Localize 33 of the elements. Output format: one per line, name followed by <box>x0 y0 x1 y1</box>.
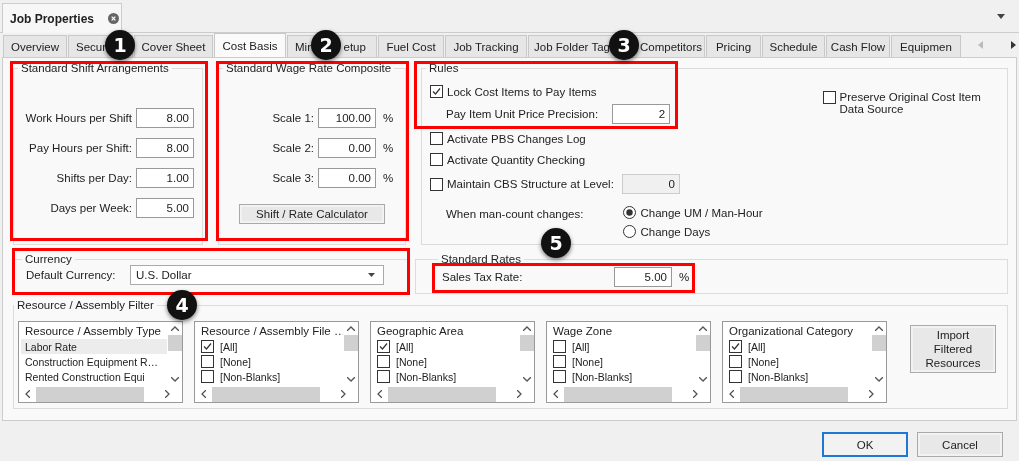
field-label: Default Currency: <box>26 269 117 281</box>
field-label: Work Hours per Shift <box>25 112 132 124</box>
field-label: Shifts per Day: <box>56 172 132 184</box>
checkbox-label: Activate Quantity Checking <box>447 153 586 166</box>
list-header: Organizational Category <box>728 324 854 339</box>
field-label: Pay Item Unit Price Precision: <box>446 108 599 120</box>
list-header: Wage Zone <box>552 324 614 339</box>
unit-label: % <box>383 172 393 184</box>
checkbox-label: Maintain CBS Structure at Level: <box>447 178 614 190</box>
list-header: Resource / Assembly File … <box>200 324 343 339</box>
list-header: Geographic Area <box>376 324 465 339</box>
field-label: Sales Tax Rate: <box>442 271 524 283</box>
unit-label: % <box>383 142 393 154</box>
field-label: Scale 1: <box>272 112 314 124</box>
field-label: Scale 2: <box>272 142 314 154</box>
group-title: Standard Wage Rate Composite <box>225 62 393 74</box>
field-label: When man-count changes: <box>446 208 584 222</box>
group-title: Resource / Assembly Filter <box>16 299 155 311</box>
checkbox-label: Activate PBS Changes Log <box>447 132 586 145</box>
group-title: Standard Shift Arrangements <box>20 62 170 74</box>
group-title: Rules <box>428 62 460 74</box>
field-label: Pay Hours per Shift: <box>29 142 132 154</box>
checkbox-label: Preserve Original Cost Item Data Source <box>839 91 982 115</box>
radio-label: Change Days <box>640 225 711 238</box>
group-title: Currency <box>24 253 73 265</box>
group-title: Standard Rates <box>440 253 522 265</box>
radio-label: Change UM / Man-Hour <box>640 206 763 219</box>
field-label: Scale 3: <box>272 172 314 184</box>
unit-label: % <box>679 271 689 283</box>
unit-label: % <box>383 112 393 124</box>
list-header: Resource / Assembly Type <box>24 324 162 339</box>
field-label: Days per Week: <box>50 202 132 214</box>
checkbox-label: Lock Cost Items to Pay Items <box>447 85 597 98</box>
